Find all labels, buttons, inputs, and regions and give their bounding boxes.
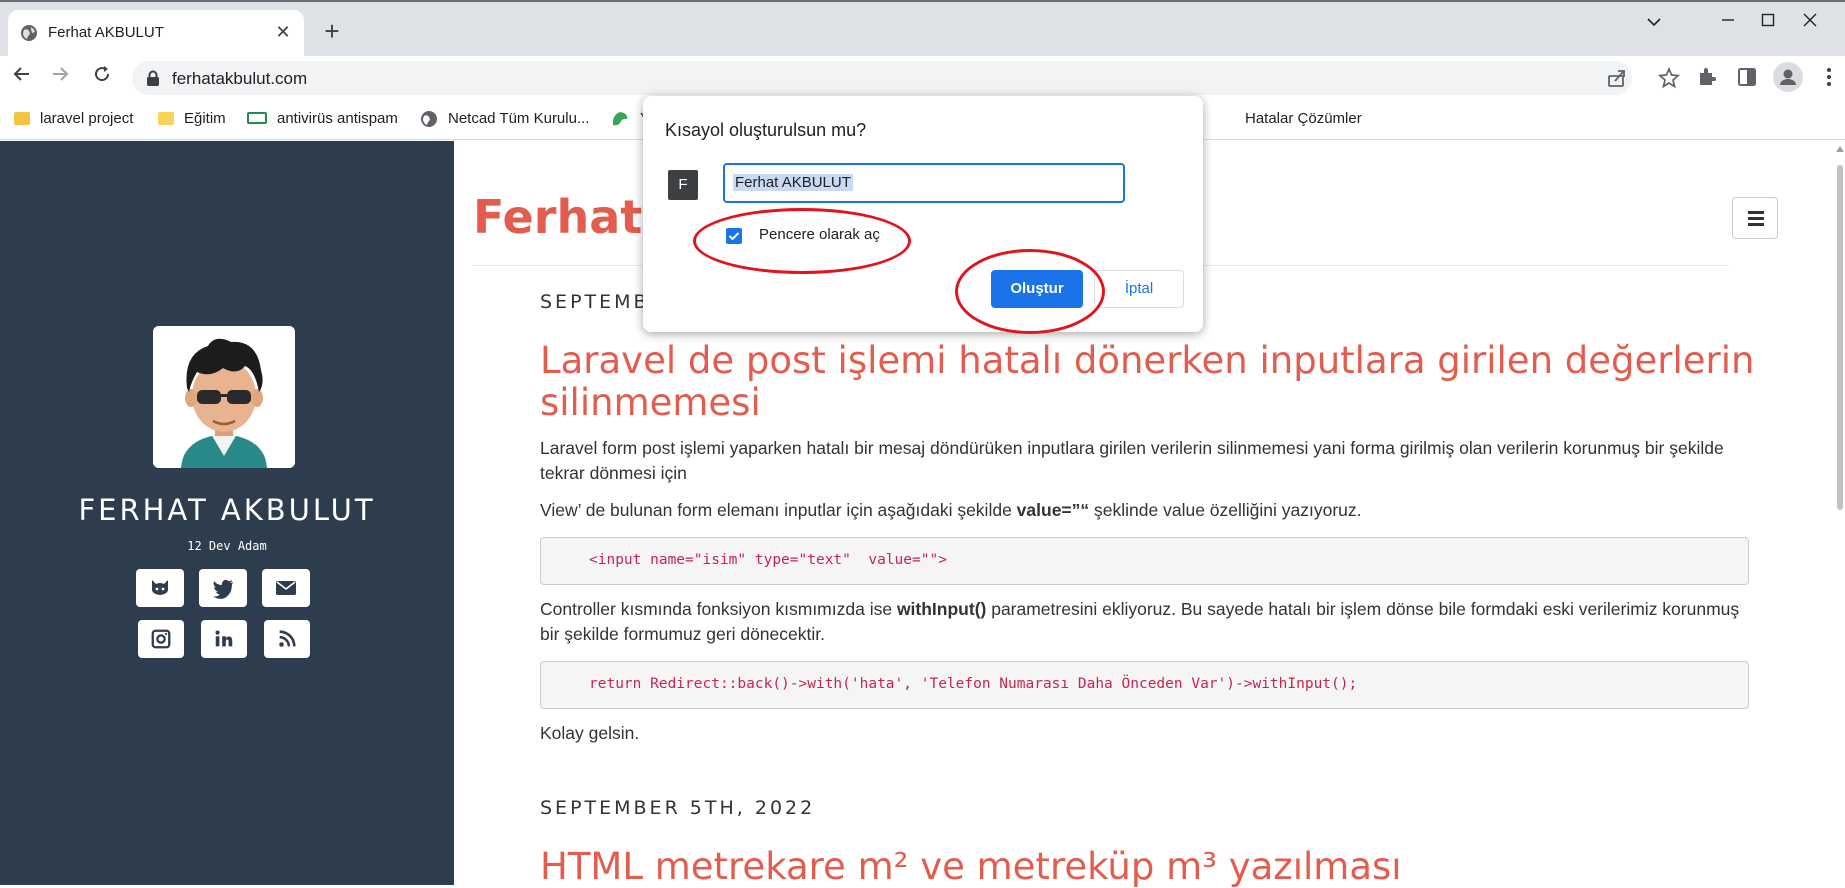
tab-strip: Ferhat AKBULUT ✕ + [0,0,1845,56]
tab-title: Ferhat AKBULUT [48,24,164,41]
folder-icon [158,111,174,125]
bookmark-laravel-project[interactable]: laravel project [14,108,133,130]
menu-line [1748,223,1764,226]
profile-tagline: 12 Dev Adam [187,539,267,553]
text-segment: View’ de bulunan form elemanı inputlar i… [540,500,1017,520]
post-paragraph: Laravel form post işlemi yaparken hatalı… [540,438,1724,483]
post-closing: Kolay gelsin. [540,723,640,743]
share-icon[interactable] [1606,67,1628,89]
create-shortcut-dialog: Kısayol oluşturulsun mu? F Ferhat AKBULU… [643,96,1203,332]
person-icon [1780,69,1796,85]
lock-icon [147,70,159,86]
annotation-circle [955,249,1105,334]
rss-icon [279,630,296,647]
profile-avatar[interactable] [1773,62,1803,92]
cancel-button[interactable]: İptal [1094,270,1184,308]
new-tab-button[interactable]: + [318,18,346,46]
bookmark-antivirus[interactable]: antivirüs antispam [247,108,398,130]
bookmark-label: antivirüs antispam [277,110,398,127]
text-segment: Controller kısmında fonksiyon kısmımızda… [540,599,897,619]
instagram-icon [151,629,171,649]
tabstrip-top-line [0,0,1845,2]
code-text: return Redirect::back()->with('hata', 'T… [589,676,1358,692]
back-button[interactable] [8,63,36,91]
twitter-icon [213,579,233,599]
linkedin-icon [215,630,233,647]
app-letter-icon: F [668,170,698,200]
post-title[interactable]: Laravel de post işlemi hatalı dönerken i… [540,340,1770,424]
code-block: <input name="isim" type="text" value=""> [540,537,1749,585]
menu-line [1748,211,1764,214]
text-segment: şeklinde value özelliğini yazıyoruz. [1089,500,1362,520]
bookmark-label: laravel project [40,110,134,127]
post-date: SEPTEMB [540,291,650,313]
shortcut-name-value: Ferhat AKBULUT [733,174,853,191]
bookmark-label: Eğitim [184,110,226,127]
globe-icon [421,111,437,128]
mail-icon [276,581,296,595]
shortcut-name-input[interactable]: Ferhat AKBULUT [723,163,1125,203]
close-tab-icon[interactable]: ✕ [272,21,294,43]
hamburger-menu-button[interactable] [1732,197,1778,239]
code-text: <input name="isim" type="text" value=""> [589,552,947,568]
bookmark-label: Hatalar Çözümler [1245,110,1362,127]
post-title[interactable]: HTML metrekare m² ve metreküp m³ yazılma… [540,846,1770,888]
folder-icon [14,111,30,125]
profile-sidebar: FERHAT AKBULUT 12 Dev Adam [0,141,454,885]
github-icon [151,580,169,595]
github-link[interactable] [136,569,184,607]
side-panel-icon[interactable] [1736,66,1758,88]
url-text: ferhatakbulut.com [172,69,308,88]
annotation-circle [693,208,911,274]
more-menu-icon[interactable] [1822,66,1836,88]
email-link[interactable] [262,569,310,607]
reload-button[interactable] [88,63,116,91]
twitter-link[interactable] [199,569,247,607]
bookmark-netcad[interactable]: Netcad Tüm Kurulu... [420,108,589,130]
forward-button[interactable] [46,63,74,91]
bookmark-egitim[interactable]: Eğitim [158,108,226,130]
antivirus-site-icon [247,112,267,125]
code-block: return Redirect::back()->with('hata', 'T… [540,661,1749,709]
bookmark-hatalar[interactable]: Hatalar Çözümler [1245,108,1362,130]
address-bar[interactable]: ferhatakbulut.com [132,61,1680,95]
rss-link[interactable] [264,620,310,658]
browser-toolbar: ferhatakbulut.com [0,56,1845,98]
post-paragraph: View’ de bulunan form elemanı inputlar i… [540,498,1750,523]
bold-code-segment: value=”“ [1016,500,1090,520]
scroll-up-arrow-icon[interactable] [1836,146,1844,152]
frog-site-icon [612,112,628,126]
dialog-title: Kısayol oluşturulsun mu? [665,120,867,140]
instagram-link[interactable] [138,620,184,658]
profile-name: FERHAT AKBULUT [78,493,376,527]
bookmark-star-icon[interactable] [1658,67,1680,89]
browser-tab[interactable]: Ferhat AKBULUT ✕ [8,10,304,56]
globe-icon [21,25,37,41]
minimize-icon[interactable] [1706,8,1750,34]
bold-code-segment: withInput() [896,599,987,619]
bookmark-label: Netcad Tüm Kurulu... [448,110,590,127]
post-date: SEPTEMBER 5TH, 2022 [540,797,816,819]
avatar [153,326,295,468]
extensions-icon[interactable] [1696,66,1718,88]
post-paragraph: Controller kısmında fonksiyon kısmımızda… [540,597,1750,647]
maximize-icon[interactable] [1746,8,1790,34]
scrollbar-thumb[interactable] [1837,165,1843,510]
close-window-icon[interactable] [1788,8,1832,34]
linkedin-link[interactable] [201,620,247,658]
menu-line [1748,217,1764,220]
tab-search-chevron-icon[interactable] [1632,8,1676,34]
